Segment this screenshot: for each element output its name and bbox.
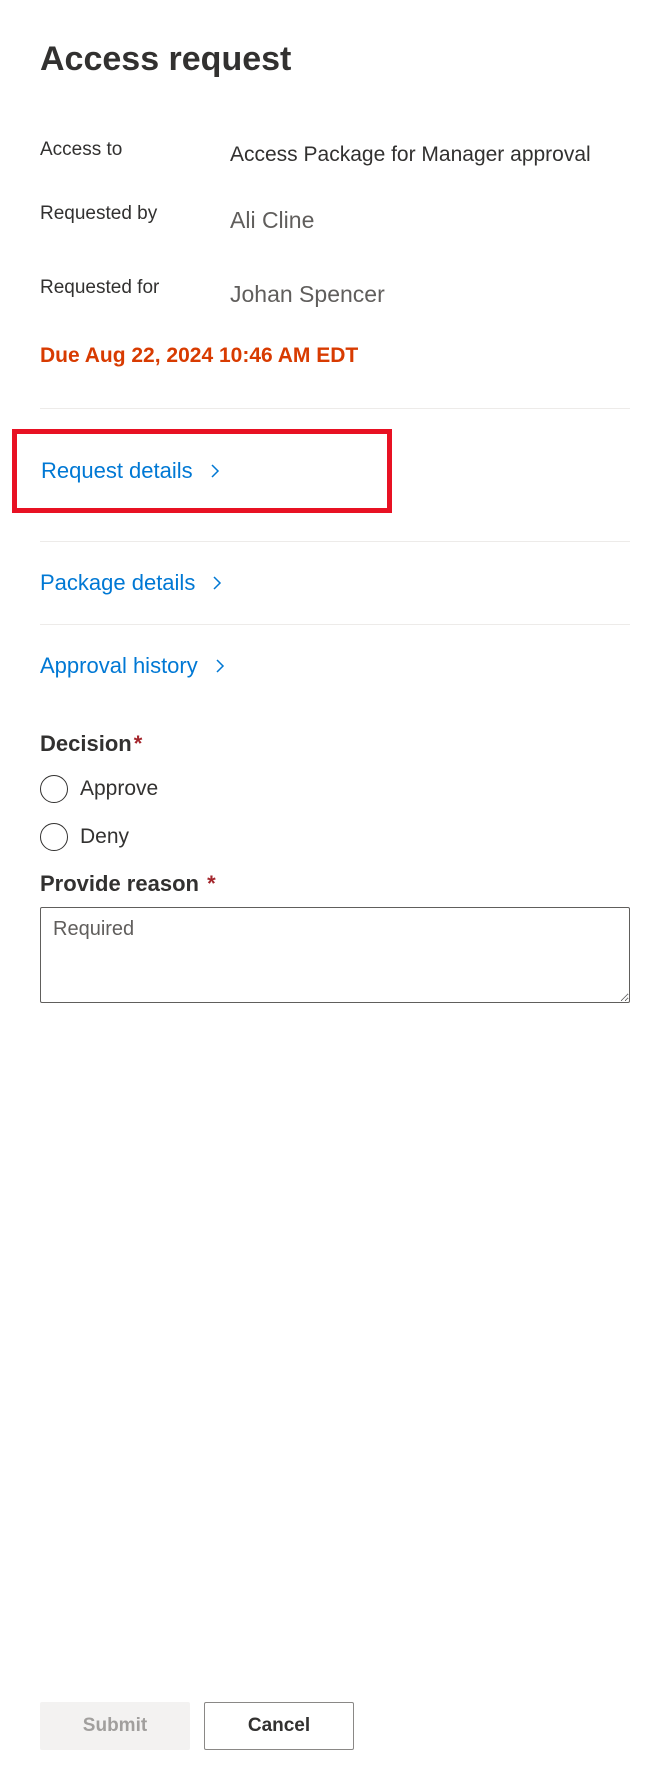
package-details-link[interactable]: Package details [40,570,225,596]
requested-for-value: Johan Spencer [230,277,630,312]
requested-by-label: Requested by [40,203,230,225]
package-details-section: Package details [40,541,630,624]
due-date: Due Aug 22, 2024 10:46 AM EDT [40,344,630,368]
radio-icon[interactable] [40,775,68,803]
chevron-right-icon [209,575,225,591]
chevron-right-icon [207,463,223,479]
approval-history-section: Approval history [40,624,630,707]
requested-by-row: Requested by Ali Cline [40,203,630,238]
required-star-icon: * [134,731,143,756]
required-star-icon: * [201,871,216,896]
radio-icon[interactable] [40,823,68,851]
decision-label-text: Decision [40,731,132,756]
reason-input[interactable] [40,907,630,1003]
footer-buttons: Submit Cancel [40,1702,354,1750]
package-details-label: Package details [40,570,195,596]
approval-history-label: Approval history [40,653,198,679]
request-details-link[interactable]: Request details [41,458,223,484]
requested-for-row: Requested for Johan Spencer [40,277,630,312]
access-to-value: Access Package for Manager approval [230,139,630,171]
deny-label: Deny [80,825,129,849]
highlight-annotation: Request details [12,429,392,513]
chevron-right-icon [212,658,228,674]
requested-for-label: Requested for [40,277,230,299]
access-to-row: Access to Access Package for Manager app… [40,139,630,171]
request-details-section: Request details [40,408,630,541]
cancel-button[interactable]: Cancel [204,1702,354,1750]
decision-label: Decision* [40,731,630,757]
approval-history-link[interactable]: Approval history [40,653,228,679]
decision-section: Decision* Approve Deny Provide reason * [40,731,630,1008]
requested-by-value: Ali Cline [230,203,630,238]
deny-option[interactable]: Deny [40,823,630,851]
reason-label-text: Provide reason [40,871,199,896]
page-title: Access request [40,40,630,79]
approve-label: Approve [80,777,158,801]
access-to-label: Access to [40,139,230,161]
reason-label: Provide reason * [40,871,630,897]
submit-button[interactable]: Submit [40,1702,190,1750]
approve-option[interactable]: Approve [40,775,630,803]
request-details-label: Request details [41,458,193,484]
